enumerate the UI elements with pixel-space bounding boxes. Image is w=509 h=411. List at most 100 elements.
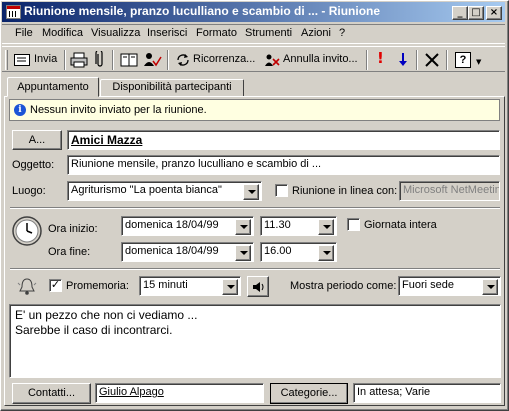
subject-field[interactable]: Riunione mensile, pranzo luculliano e sc…: [67, 155, 500, 175]
all-day-checkbox[interactable]: [347, 218, 360, 231]
start-time-value: 11.30: [264, 219, 291, 231]
toolbar-separator: [112, 50, 114, 70]
toolbar-options-chevron-icon[interactable]: ▼: [476, 59, 481, 66]
maximize-button[interactable]: □: [468, 6, 484, 20]
minimize-icon: _: [457, 7, 463, 18]
maximize-icon: □: [471, 7, 481, 18]
cancel-invitation-label: Annulla invito...: [283, 53, 358, 65]
reminder-checkbox[interactable]: ✓: [49, 279, 62, 292]
window-title: Riunione mensile, pranzo luculliano e sc…: [24, 4, 381, 18]
end-date-value: domenica 18/04/99: [125, 245, 219, 257]
importance-high-icon[interactable]: !: [377, 51, 384, 66]
menu-inserisci[interactable]: Inserisci: [147, 27, 187, 39]
menu-file[interactable]: File: [15, 27, 33, 39]
to-field[interactable]: Amici Mazza: [67, 130, 500, 150]
show-time-as-label: Mostra periodo come:: [290, 280, 397, 292]
end-time-label: Ora fine:: [48, 246, 91, 258]
location-dropdown-icon[interactable]: [243, 184, 259, 200]
menu-help[interactable]: ?: [339, 27, 345, 39]
address-book-icon[interactable]: [120, 52, 138, 68]
reminder-bell-icon: [17, 278, 37, 295]
online-meeting-combo: Microsoft NetMeeting: [399, 181, 500, 201]
divider: [10, 207, 500, 209]
reminder-label: Promemoria:: [66, 280, 129, 292]
contacts-button[interactable]: Contatti...: [12, 383, 91, 404]
paperclip-icon[interactable]: [94, 51, 106, 69]
recurrence-label: Ricorrenza...: [193, 53, 256, 65]
categories-button[interactable]: Categorie...: [270, 383, 348, 404]
cancel-invitation-icon: [265, 54, 280, 66]
recurrence-icon: [177, 54, 189, 66]
menu-azioni[interactable]: Azioni: [301, 27, 331, 39]
toolbar-separator: [416, 50, 418, 70]
help-button[interactable]: ?: [455, 52, 471, 68]
menu-formato[interactable]: Formato: [196, 27, 237, 39]
send-label: Invia: [34, 53, 58, 65]
toolbar-separator: [446, 50, 448, 70]
info-text: Nessun invito inviato per la riunione.: [30, 104, 207, 116]
toolbar-separator: [64, 50, 66, 70]
recurrence-button[interactable]: Ricorrenza...: [173, 50, 259, 70]
reminder-value: 15 minuti: [143, 279, 188, 291]
start-time-label: Ora inizio:: [48, 223, 98, 235]
print-icon[interactable]: [70, 52, 88, 68]
categories-field[interactable]: In attesa; Varie: [353, 383, 501, 403]
speaker-icon: [253, 282, 264, 292]
start-time-combo[interactable]: 11.30: [260, 216, 337, 236]
to-button[interactable]: A...: [12, 130, 62, 150]
start-time-dropdown-icon[interactable]: [318, 219, 334, 235]
help-icon: ?: [459, 54, 467, 66]
to-button-label: A...: [28, 134, 46, 146]
show-time-as-value: Fuori sede: [402, 279, 454, 291]
contacts-button-label: Contatti...: [27, 387, 76, 399]
info-bar: i Nessun invito inviato per la riunione.: [9, 99, 500, 121]
clock-icon: [12, 216, 42, 246]
standard-toolbar: Invia Ricorrenza... Annulla invito... ! …: [2, 46, 505, 72]
online-meeting-checkbox[interactable]: [275, 184, 288, 197]
show-time-as-combo[interactable]: Fuori sede: [398, 276, 501, 296]
tab-appuntamento-label: Appuntamento: [17, 81, 89, 93]
end-time-combo[interactable]: 16.00: [260, 242, 337, 262]
end-date-combo[interactable]: domenica 18/04/99: [121, 242, 254, 262]
notes-textarea[interactable]: E' un pezzo che non ci vediamo ... Sareb…: [9, 304, 501, 378]
start-date-combo[interactable]: domenica 18/04/99: [121, 216, 254, 236]
title-bar[interactable]: Riunione mensile, pranzo luculliano e sc…: [2, 2, 505, 22]
info-icon: i: [14, 104, 26, 116]
close-icon: ×: [489, 7, 499, 18]
end-time-dropdown-icon[interactable]: [318, 245, 334, 261]
toolbar-separator: [366, 50, 368, 70]
categories-button-label: Categorie...: [280, 387, 338, 399]
calendar-app-icon[interactable]: [6, 5, 21, 19]
all-day-label: Giornata intera: [364, 219, 437, 231]
start-date-dropdown-icon[interactable]: [235, 219, 251, 235]
reminder-combo[interactable]: 15 minuti: [139, 276, 241, 296]
subject-label: Oggetto:: [12, 159, 55, 171]
menu-visualizza[interactable]: Visualizza: [91, 27, 140, 39]
contacts-field[interactable]: Giulio Alpago: [95, 383, 264, 403]
menu-strumenti[interactable]: Strumenti: [245, 27, 292, 39]
check-names-icon[interactable]: [142, 51, 162, 69]
send-envelope-icon: [14, 54, 30, 66]
menu-bar: File Modifica Visualizza Inserisci Forma…: [2, 24, 505, 44]
cancel-invitation-button[interactable]: Annulla invito...: [262, 50, 362, 70]
menu-modifica[interactable]: Modifica: [42, 27, 83, 39]
end-date-dropdown-icon[interactable]: [235, 245, 251, 261]
tab-appuntamento[interactable]: Appuntamento: [7, 77, 99, 97]
toolbar-grip: [5, 50, 8, 70]
tab-disponibilita-label: Disponibilità partecipanti: [112, 81, 232, 93]
close-button[interactable]: ×: [486, 6, 502, 20]
location-value: Agriturismo "La poenta bianca": [71, 184, 222, 196]
location-label: Luogo:: [12, 185, 46, 197]
send-button[interactable]: Invia: [12, 50, 62, 70]
online-meeting-label: Riunione in linea con:: [292, 185, 398, 197]
reminder-dropdown-icon[interactable]: [222, 279, 238, 295]
show-time-as-dropdown-icon[interactable]: [482, 279, 498, 295]
start-date-value: domenica 18/04/99: [125, 219, 219, 231]
end-time-value: 16.00: [264, 245, 292, 257]
importance-low-icon[interactable]: [397, 52, 409, 68]
tab-disponibilita[interactable]: Disponibilità partecipanti: [100, 79, 244, 96]
minimize-button[interactable]: _: [452, 6, 468, 20]
reminder-sound-button[interactable]: [247, 276, 269, 297]
delete-icon[interactable]: [425, 53, 439, 67]
location-combo[interactable]: Agriturismo "La poenta bianca": [67, 181, 262, 201]
